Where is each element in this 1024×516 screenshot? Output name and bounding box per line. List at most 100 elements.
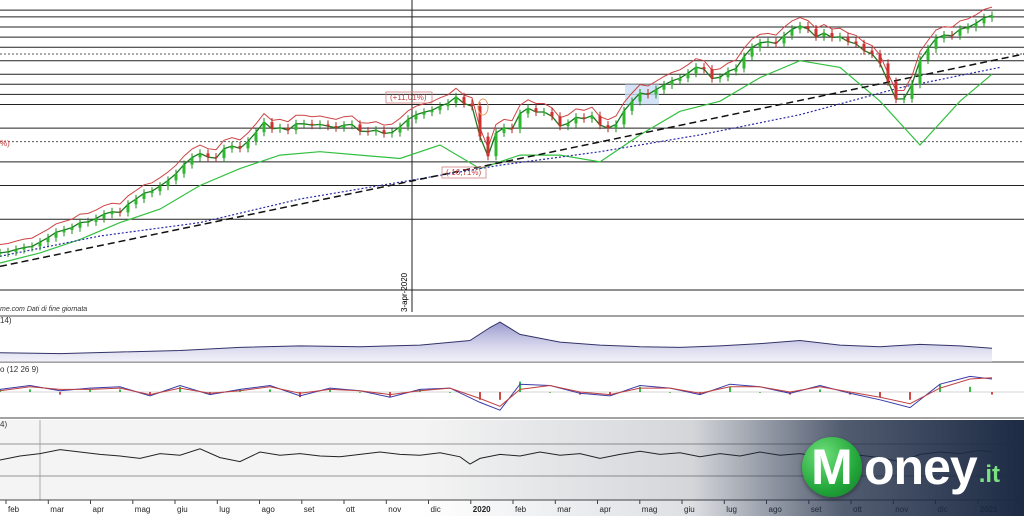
price-candle-body [14, 249, 18, 252]
macd-histogram-bar [119, 389, 121, 392]
price-candle-body [798, 26, 802, 30]
money-logo-text: oney [864, 439, 978, 495]
price-candle-body [670, 80, 674, 85]
price-candle-body [742, 56, 746, 69]
price-candle-body [518, 113, 522, 130]
price-candle-body [846, 36, 850, 42]
macd-histogram-bar [269, 389, 271, 392]
price-candle-body [134, 199, 138, 205]
price-candle-body [542, 112, 546, 113]
price-candle-body [414, 114, 418, 120]
price-candle-body [582, 117, 586, 119]
x-tick-label: set [304, 505, 315, 514]
price-candle-body [406, 119, 410, 127]
price-candle-body [934, 38, 938, 49]
price-candle-body [574, 117, 578, 124]
price-candle-body [974, 23, 978, 28]
macd-histogram-bar [29, 389, 31, 392]
price-candle-body [662, 85, 666, 90]
annotation-loss: (-16,71%) [446, 168, 481, 177]
price-candle-body [622, 110, 626, 125]
price-candle-body [990, 15, 994, 18]
money-logo-tld: .it [978, 461, 1001, 488]
price-candle-body [830, 33, 834, 38]
price-candle-body [702, 67, 706, 70]
atr-panel-label: 14) [0, 316, 12, 325]
price-candle-body [166, 180, 170, 187]
price-candle-body [198, 153, 202, 158]
price-candle-body [494, 132, 498, 157]
price-candle-body [446, 103, 450, 107]
price-candle-body [262, 122, 266, 133]
atr-area [0, 322, 992, 362]
x-tick-label: lug [219, 505, 230, 514]
price-candle-body [182, 164, 186, 174]
macd-histogram-bar [909, 392, 911, 400]
price-candle-body [838, 36, 842, 38]
price-candle-body [694, 67, 698, 74]
price-candle-body [958, 29, 962, 36]
price-candle-body [86, 221, 90, 223]
price-candle-body [366, 131, 370, 133]
price-candle-body [910, 84, 914, 99]
price-candle-body [854, 41, 858, 44]
macd-histogram-bar [729, 386, 731, 392]
price-candle-body [734, 68, 738, 72]
price-candle-body [206, 153, 210, 158]
price-candle-body [718, 77, 722, 79]
crosshair-date-label: 3-apr-2020 [400, 272, 409, 312]
highlight-zone [625, 84, 659, 105]
macd-histogram-bar [549, 392, 551, 393]
price-candle-body [486, 136, 490, 157]
macd-histogram-bar [499, 392, 501, 400]
price-candle-body [422, 112, 426, 115]
price-candle-body [142, 193, 146, 199]
price-candle-body [510, 127, 514, 130]
price-candle-body [6, 251, 10, 253]
price-candle-body [438, 106, 442, 111]
x-tick-label: mar [50, 505, 64, 514]
macd-histogram-bar [819, 389, 821, 392]
price-candle-body [782, 35, 786, 44]
price-candle-body [942, 35, 946, 39]
chart-canvas: (+11,01%) (-16,71%)%) feb mar apr mag giu lug a… [0, 0, 1024, 516]
price-candle-body [982, 17, 986, 24]
price-candle-body [758, 42, 762, 48]
price-candle-body [254, 132, 258, 142]
price-candle-body [614, 124, 618, 129]
price-candle-body [94, 218, 98, 222]
price-candle-body [558, 116, 562, 127]
price-candle-body [726, 71, 730, 78]
price-candle-body [174, 173, 178, 181]
x-tick-label: ott [346, 505, 356, 514]
price-candle-body [774, 41, 778, 44]
price-candle-body [462, 96, 466, 104]
price-candle-body [454, 96, 458, 104]
price-candle-body [38, 242, 42, 247]
price-candle-body [550, 112, 554, 117]
macd-histogram-bar [59, 392, 61, 395]
macd-panel-label: o (12 26 9) [0, 365, 39, 374]
price-candle-body [390, 132, 394, 134]
price-candle-body [0, 252, 2, 254]
price-candle-body [534, 108, 538, 112]
price-candle-body [62, 230, 66, 233]
rsi-panel-label: 4) [0, 420, 7, 429]
price-candle-body [590, 115, 594, 119]
price-candle-body [430, 110, 434, 113]
atr-panel [0, 315, 1024, 363]
price-candle-body [126, 204, 130, 213]
macd-histogram-bar [879, 392, 881, 398]
price-candle-body [710, 69, 714, 79]
price-candle-body [878, 54, 882, 64]
price-candle-body [238, 146, 242, 149]
price-candle-body [190, 157, 194, 165]
price-candle-body [966, 27, 970, 30]
resistance-band-line [0, 6, 993, 245]
price-candle-body [246, 141, 250, 149]
price-candle-body [118, 211, 122, 213]
macd-histogram-bar [639, 386, 641, 392]
price-candle-body [502, 127, 506, 133]
macd-histogram-bar [991, 392, 993, 395]
price-candle-body [870, 50, 874, 54]
